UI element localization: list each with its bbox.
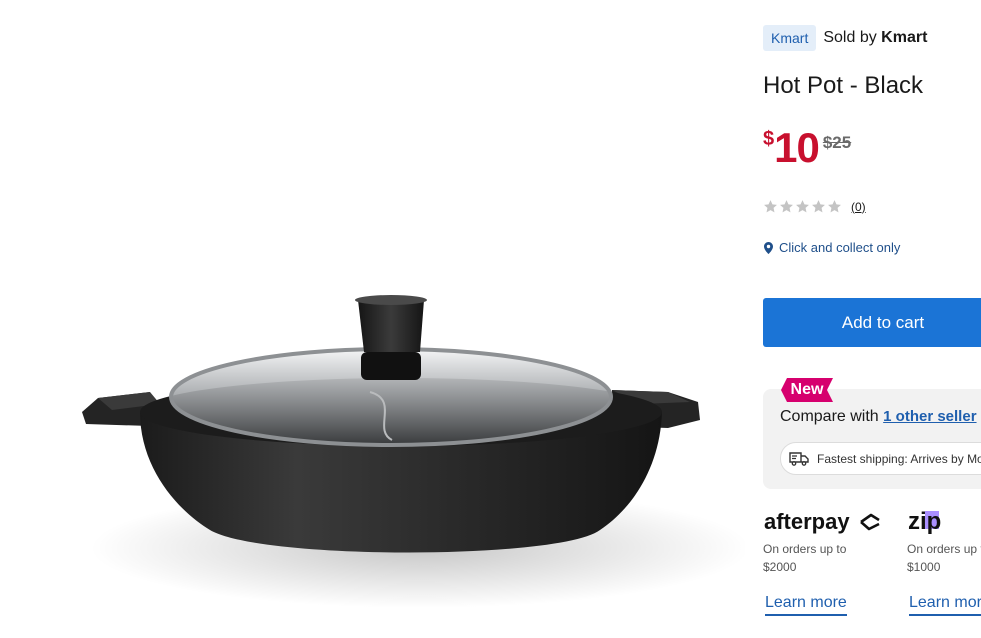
location-pin-icon [764, 241, 773, 254]
compare-prefix: Compare with [780, 408, 879, 425]
brand-badge[interactable]: Kmart [763, 25, 817, 51]
price-currency: $ [763, 128, 775, 150]
other-seller-link[interactable]: 1 other seller [883, 408, 976, 425]
sold-by-text: Sold by Kmart [823, 29, 927, 47]
old-price: $25 [822, 133, 852, 152]
star-icon [812, 200, 825, 213]
price-value: 10 [774, 124, 820, 171]
seller-row: Kmart Sold by Kmart [763, 25, 927, 51]
new-badge: New [781, 378, 833, 402]
hot-pot-illustration [82, 295, 745, 608]
price-row: $ 10 $25 [763, 124, 851, 172]
rating-row[interactable]: (0) [763, 199, 866, 214]
seller-name[interactable]: Kmart [881, 29, 927, 46]
add-to-cart-label: Add to cart [841, 312, 925, 332]
sold-by-prefix: Sold by [823, 29, 877, 46]
review-count-link[interactable]: (0) [851, 200, 866, 214]
zip-logo-graphic: zip [908, 508, 941, 535]
collect-text: Click and collect only [779, 240, 901, 255]
afterpay-logo: afterpay [763, 508, 893, 536]
star-icon [796, 200, 809, 213]
zip-option: zip On orders up to $1000 [907, 508, 981, 576]
star-icon [780, 200, 793, 213]
star-icon [828, 200, 841, 213]
afterpay-option: afterpay On orders up to $2000 [763, 508, 893, 576]
shipping-text: Fastest shipping: Arrives by Mon [817, 451, 981, 466]
afterpay-note: On orders up to $2000 [763, 542, 847, 574]
truck-icon [789, 452, 809, 466]
zip-logo-text: zip [908, 508, 941, 535]
click-and-collect-info: Click and collect only [764, 240, 900, 255]
zip-logo: zip [907, 508, 981, 536]
afterpay-learn-more-link[interactable]: Learn more [765, 594, 847, 616]
afterpay-logo-text: afterpay [764, 509, 850, 534]
compare-text: Compare with 1 other seller [780, 408, 977, 426]
product-image[interactable] [0, 0, 745, 638]
afterpay-arrows-icon [860, 513, 880, 531]
add-to-cart-button[interactable]: Add to cart [763, 298, 981, 347]
product-info-panel: Kmart Sold by Kmart Hot Pot - Black $ 10… [763, 0, 981, 638]
product-title: Hot Pot - Black [763, 72, 924, 99]
afterpay-logo-graphic: afterpay [764, 509, 880, 534]
fastest-shipping-pill[interactable]: Fastest shipping: Arrives by Mon [780, 442, 981, 475]
star-icon [764, 200, 777, 213]
zip-note: On orders up to $1000 [907, 542, 981, 574]
zip-learn-more-link[interactable]: Learn more [909, 594, 981, 616]
new-badge-label: New [790, 381, 824, 398]
